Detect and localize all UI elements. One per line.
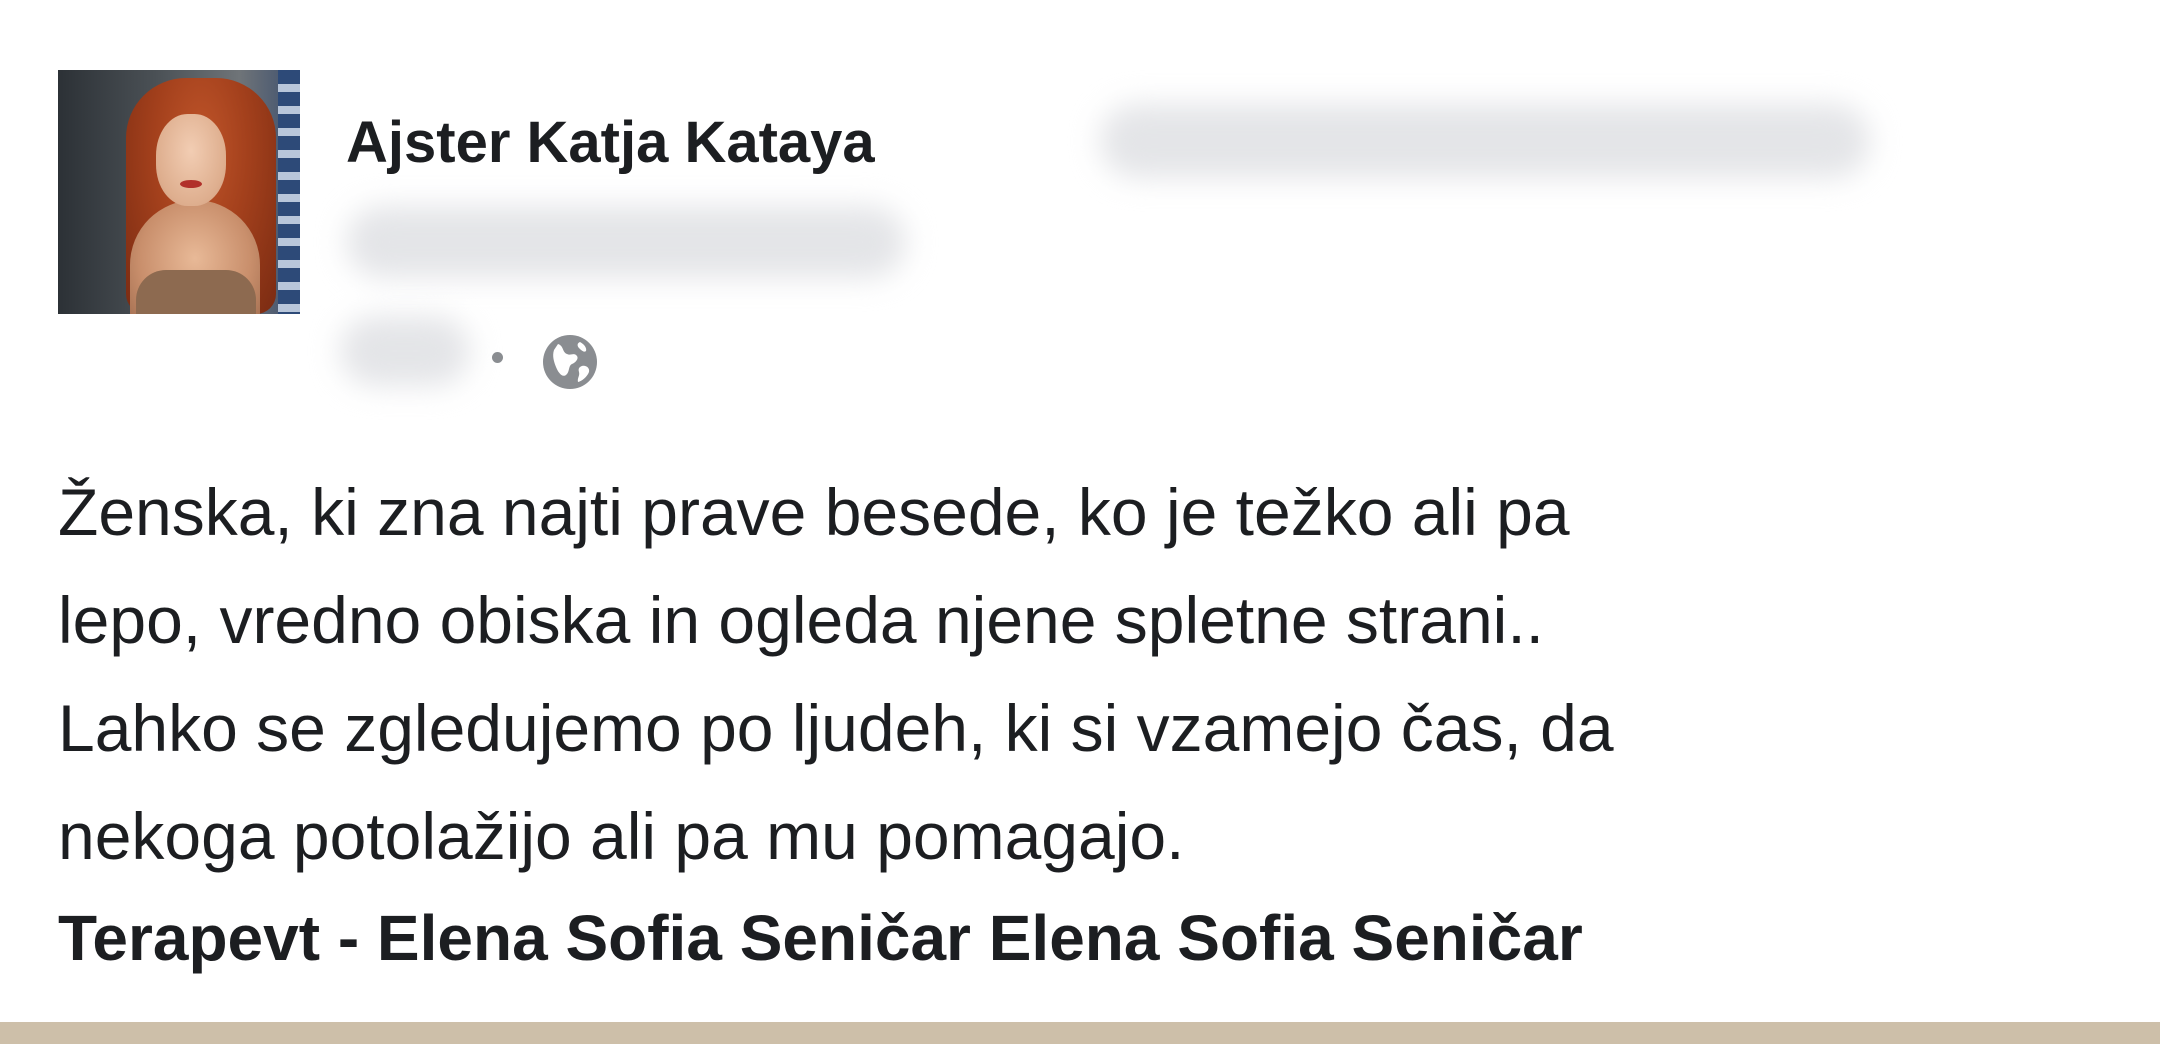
redacted-header-text — [1100, 104, 1870, 178]
author-name[interactable]: Ajster Katja Kataya — [346, 108, 875, 178]
redacted-timestamp — [340, 316, 470, 386]
post-body-line: Lahko se zgledujemo po ljudeh, ki si vza… — [58, 691, 1614, 765]
separator-dot — [492, 352, 503, 363]
post-signature: Terapevt - Elena Sofia Seničar Elena Sof… — [58, 902, 1583, 974]
post-body-line: Ženska, ki zna najti prave besede, ko je… — [58, 475, 1570, 549]
post-body-line: nekoga potolažijo ali pa mu pomagajo. — [58, 799, 1185, 873]
author-avatar[interactable] — [58, 70, 300, 314]
post-body: Ženska, ki zna najti prave besede, ko je… — [58, 458, 2118, 890]
redacted-subtitle — [346, 206, 906, 278]
post-card: Ajster Katja Kataya Ženska, ki zna najti… — [0, 0, 2160, 1022]
bottom-bar — [0, 1022, 2160, 1044]
globe-icon[interactable] — [540, 332, 600, 392]
post-body-line: lepo, vredno obiska in ogleda njene sple… — [58, 583, 1544, 657]
